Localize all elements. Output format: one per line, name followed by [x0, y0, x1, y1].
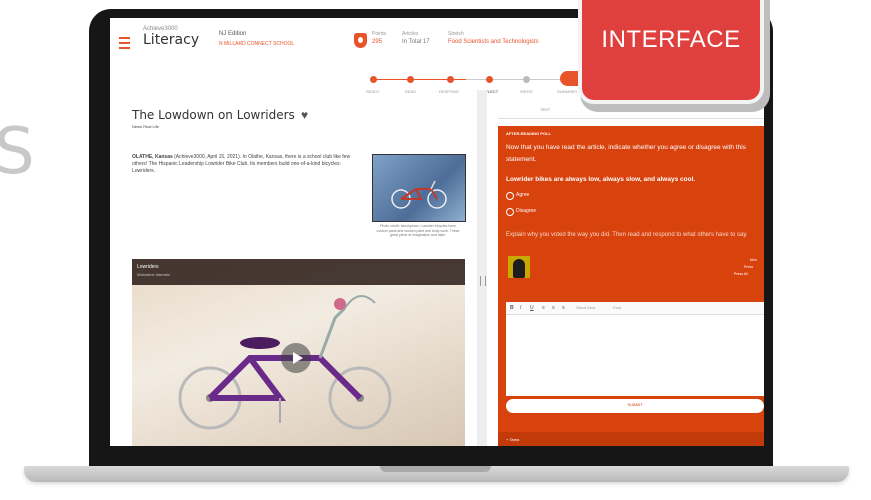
play-button[interactable] — [281, 343, 311, 373]
steps-remaining-line — [466, 79, 566, 80]
bike-photo-icon — [391, 180, 447, 209]
explain-instructions: Explain why you voted the way you did. T… — [506, 232, 748, 238]
disagree-radio[interactable] — [506, 208, 514, 216]
points-label: Points — [372, 31, 386, 37]
below-bar-label[interactable]: + Tarea — [506, 437, 519, 442]
stretch-selector[interactable]: Food Scientists and Technologists — [448, 39, 539, 45]
article-title: The Lowdown on Lowriders — [132, 108, 295, 122]
response-editor[interactable] — [506, 302, 764, 396]
step-read[interactable] — [407, 76, 414, 83]
agree-radio[interactable] — [506, 192, 514, 200]
school-selector[interactable]: N MILLARD CONNECT SCHOOL — [219, 41, 294, 47]
side-info-2: Press — [744, 265, 753, 269]
poll-instructions: Now that you have read the article, indi… — [506, 144, 746, 163]
side-info-3: Press All — [734, 272, 748, 276]
poll-statement: Lowrider bikes are always low, always sl… — [506, 176, 696, 183]
side-info-1: Mon — [750, 258, 757, 262]
step-label-respond: RESPOND — [439, 89, 459, 94]
underline-button[interactable]: U — [530, 305, 534, 311]
photo-caption: Photo credit: Istockphoto. Lowrider bicy… — [376, 224, 460, 237]
poll-label: AFTER-READING POLL — [506, 131, 551, 136]
step-label-read: READ — [405, 89, 417, 94]
step-label-ready: READY — [366, 89, 380, 94]
step-ready[interactable] — [370, 76, 377, 83]
menu-icon[interactable] — [119, 37, 130, 49]
article-photo[interactable] — [372, 154, 466, 222]
laptop-notch — [380, 466, 491, 472]
heart-icon[interactable]: ♥ — [301, 108, 308, 122]
agree-label[interactable]: Agree — [516, 192, 529, 198]
align-right-button[interactable]: ≡ — [562, 305, 565, 311]
step-label-summary: SUMMARY — [557, 89, 578, 94]
article-subtitle: News Real Life — [132, 124, 159, 129]
background-letter: S — [0, 115, 35, 189]
stretch-label: Stretch — [448, 31, 464, 37]
video-title-bar: Lowriders Wolverine Intermix — [132, 259, 465, 285]
article-body: OLATHE, Kansas (Achieve3000, April 15, 2… — [132, 154, 364, 175]
below-bar — [498, 432, 764, 446]
tab-text[interactable]: TEXT — [540, 107, 550, 112]
bold-button[interactable]: B — [510, 305, 514, 311]
font-select[interactable]: Font — [613, 305, 621, 310]
brand-logo[interactable]: Literacy — [143, 32, 199, 48]
divider-handle-icon[interactable] — [480, 276, 486, 286]
interface-badge: INTERFACE — [578, 0, 764, 104]
video-subtitle: Wolverine Intermix — [137, 272, 171, 277]
video-title: Lowriders — [137, 264, 159, 270]
step-reflect[interactable] — [486, 76, 493, 83]
panel-divider[interactable] — [477, 90, 487, 446]
edition-label: NJ Edition — [219, 31, 247, 37]
align-center-button[interactable]: ≡ — [552, 305, 555, 311]
size-select[interactable]: Sized Sent — [576, 305, 595, 310]
articles-value: In Total 17 — [402, 39, 430, 45]
article-dateline: OLATHE, Kansas — [132, 154, 173, 160]
submit-button[interactable]: SUBMIT — [506, 399, 764, 413]
poll-panel — [498, 126, 764, 446]
articles-label: Articles — [402, 31, 419, 37]
points-value: 295 — [372, 39, 383, 45]
italic-button[interactable]: I — [520, 305, 521, 311]
disagree-label[interactable]: Disagree — [516, 208, 536, 214]
shield-icon — [354, 33, 367, 48]
avatar — [508, 256, 530, 278]
step-label-write: WRITE — [520, 89, 533, 94]
badge-text: INTERFACE — [601, 26, 741, 53]
submit-label: SUBMIT — [627, 402, 643, 407]
step-write[interactable] — [523, 76, 530, 83]
step-respond[interactable] — [447, 76, 454, 83]
align-left-button[interactable]: ≡ — [542, 305, 545, 311]
